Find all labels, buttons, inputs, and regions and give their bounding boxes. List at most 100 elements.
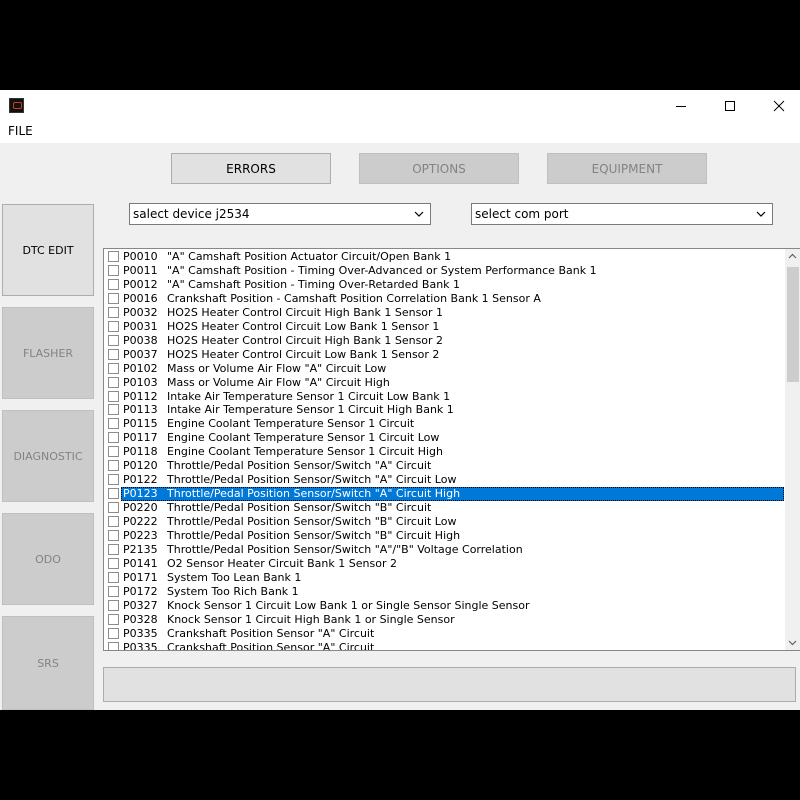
chevron-up-icon [788,253,797,259]
scroll-up-button[interactable] [785,249,800,264]
status-box [103,667,796,702]
scrollbar-thumb[interactable] [787,267,799,382]
list-item[interactable]: P0031 HO2S Heater Control Circuit Low Ban… [104,320,785,334]
dtc-code: P0115 [123,417,158,431]
dtc-checkbox[interactable] [108,585,119,597]
dtc-checkbox[interactable] [108,571,119,583]
list-item[interactable]: P0171 System Too Lean Bank 1 [104,571,785,585]
list-item[interactable]: P0120 Throttle/Pedal Position Sensor/Swit… [104,459,785,473]
close-button[interactable] [756,90,800,121]
list-item[interactable]: P0123 Throttle/Pedal Position Sensor/Swit… [104,487,785,502]
dtc-checkbox[interactable] [108,530,119,541]
dtc-checkbox[interactable] [108,306,119,318]
dtc-code: P0335 [123,626,158,640]
list-item[interactable]: P0016 Crankshaft Position - Camshaft Posi… [104,292,785,306]
list-item[interactable]: P0037 HO2S Heater Control Circuit Low Ban… [104,348,785,362]
dtc-description: Throttle/Pedal Position Sensor/Switch "A… [167,459,432,473]
maximize-button[interactable] [707,90,753,121]
dtc-checkbox[interactable] [108,543,119,555]
dtc-description: Throttle/Pedal Position Sensor/Switch "A… [167,487,461,501]
srs-button[interactable]: SRS [2,616,94,710]
minimize-button[interactable] [658,90,704,121]
dtc-checkbox[interactable] [108,460,119,472]
list-item[interactable]: P0117 Engine Coolant Temperature Sensor 1… [104,431,785,445]
dtc-code: P0223 [123,529,158,542]
list-item[interactable]: P0335 Crankshaft Position Sensor "A" Circ… [104,641,785,650]
device-select[interactable]: salect device j2534 [129,203,431,225]
list-item[interactable]: P0122 Throttle/Pedal Position Sensor/Swit… [104,473,785,487]
list-item[interactable]: P0038 HO2S Heater Control Circuit High Ba… [104,334,785,348]
list-item[interactable]: P0103 Mass or Volume Air Flow "A" Circuit… [104,376,785,390]
dtc-checkbox[interactable] [108,641,119,650]
scrollbar[interactable] [785,249,800,650]
dtc-checkbox[interactable] [108,278,119,290]
dtc-checkbox[interactable] [108,334,119,346]
errors-button[interactable]: ERRORS [171,153,331,184]
list-item[interactable]: P0118 Engine Coolant Temperature Sensor 1… [104,445,785,459]
dtc-checkbox[interactable] [108,292,119,304]
dtc-code: P0335 [123,640,158,650]
list-item[interactable]: P0102 Mass or Volume Air Flow "A" Circuit… [104,362,785,376]
dtc-description: HO2S Heater Control Circuit Low Bank 1 S… [167,347,440,361]
list-item[interactable]: P0112 Intake Air Temperature Sensor 1 Cir… [104,390,785,404]
list-item[interactable]: P0327 Knock Sensor 1 Circuit Low Bank 1 o… [104,599,785,613]
dtc-checkbox[interactable] [108,432,119,444]
scroll-down-button[interactable] [785,635,800,650]
close-icon [773,100,785,111]
dtc-code: P0220 [123,501,158,515]
dtc-code: P0038 [123,333,158,347]
list-item[interactable]: P0032 HO2S Heater Control Circuit High Ba… [104,306,785,320]
equipment-button[interactable]: EQUIPMENT [547,153,707,184]
list-item[interactable]: P2135 Throttle/Pedal Position Sensor/Swit… [104,543,785,557]
dtc-checkbox[interactable] [108,362,119,374]
dtc-checkbox[interactable] [108,488,119,500]
list-item[interactable]: P0113 Intake Air Temperature Sensor 1 Cir… [104,403,785,417]
options-button[interactable]: OPTIONS [359,153,519,184]
dtc-code: P0031 [123,319,158,333]
list-item[interactable]: P0222 Throttle/Pedal Position Sensor/Swit… [104,515,785,529]
dtc-checkbox[interactable] [108,613,119,625]
dtc-listbox[interactable]: P0010 "A" Camshaft Position Actuator Circ… [103,248,800,651]
odo-button[interactable]: ODO [2,513,94,605]
list-item[interactable]: P0012 "A" Camshaft Position - Timing Over… [104,278,785,292]
dtc-checkbox[interactable] [108,557,119,569]
com-port-select[interactable]: select com port [471,203,773,225]
dtc-description: "A" Camshaft Position - Timing Over-Reta… [167,277,461,291]
dtc-description: System Too Rich Bank 1 [167,584,299,598]
dtc-checkbox[interactable] [108,376,119,388]
chevron-down-icon [756,211,766,217]
dtc-checkbox[interactable] [108,627,119,639]
diagnostic-button[interactable]: DIAGNOSTIC [2,410,94,502]
dtc-description: Engine Coolant Temperature Sensor 1 Circ… [167,417,415,431]
list-item[interactable]: P0220 Throttle/Pedal Position Sensor/Swit… [104,501,785,515]
dtc-checkbox[interactable] [108,418,119,430]
list-item[interactable]: P0335 Crankshaft Position Sensor "A" Circ… [104,627,785,641]
dtc-description: Throttle/Pedal Position Sensor/Switch "B… [167,515,457,529]
dtc-description: Crankshaft Position Sensor "A" Circuit [167,640,375,650]
dtc-checkbox[interactable] [108,404,119,416]
dtc-checkbox[interactable] [108,516,119,528]
dtc-edit-button[interactable]: DTC EDIT [2,204,94,296]
dtc-checkbox[interactable] [108,390,119,402]
dtc-checkbox[interactable] [108,599,119,611]
dtc-checkbox[interactable] [108,474,119,486]
list-item[interactable]: P0328 Knock Sensor 1 Circuit High Bank 1 … [104,613,785,627]
dtc-checkbox[interactable] [108,264,119,276]
dtc-description: Knock Sensor 1 Circuit High Bank 1 or Si… [167,612,455,626]
dtc-checkbox[interactable] [108,348,119,360]
dtc-checkbox[interactable] [108,502,119,514]
dtc-checkbox[interactable] [108,320,119,332]
dtc-description: Intake Air Temperature Sensor 1 Circuit … [167,389,451,403]
list-item[interactable]: P0011 "A" Camshaft Position - Timing Over… [104,264,785,278]
dtc-checkbox[interactable] [108,446,119,458]
list-item[interactable]: P0010 "A" Camshaft Position Actuator Circ… [104,250,785,264]
menu-file[interactable]: FILE [8,124,33,138]
list-item[interactable]: P0172 System Too Rich Bank 1 [104,585,785,599]
list-item[interactable]: P0223 Throttle/Pedal Position Sensor/Swit… [104,529,785,543]
flasher-button[interactable]: FLASHER [2,307,94,399]
dtc-code: P0141 [123,556,158,570]
list-item[interactable]: P0141 O2 Sensor Heater Circuit Bank 1 Sen… [104,557,785,571]
list-item[interactable]: P0115 Engine Coolant Temperature Sensor 1… [104,417,785,431]
dtc-list: P0010 "A" Camshaft Position Actuator Circ… [104,249,785,650]
dtc-checkbox[interactable] [108,251,119,262]
